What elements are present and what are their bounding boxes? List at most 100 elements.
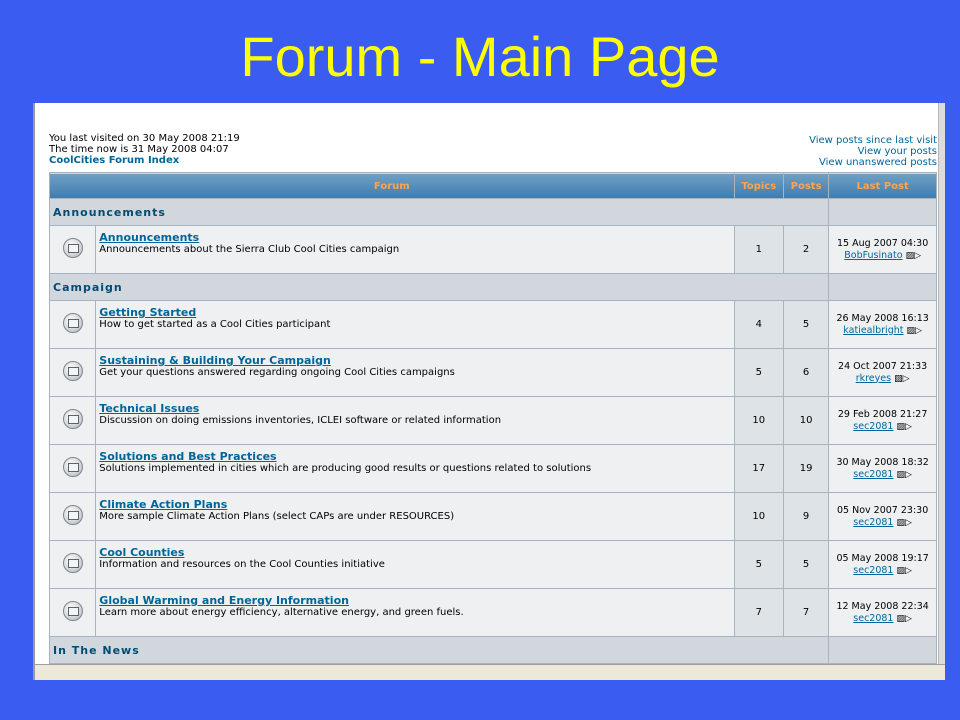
forum-description: How to get started as a Cool Cities part… xyxy=(99,319,331,330)
forum-row: Cool Counties Information and resources o… xyxy=(50,541,936,588)
forum-info-cell: Announcements Announcements about the Sie… xyxy=(96,226,734,273)
forum-info-cell: Technical Issues Discussion on doing emis… xyxy=(96,397,734,444)
last-post-cell: 12 May 2008 22:34 sec2081 ▨▷ xyxy=(829,589,936,636)
folder-icon xyxy=(62,409,83,429)
last-visited-text: You last visited on 30 May 2008 21:19 xyxy=(49,133,240,144)
forum-row: Global Warming and Energy Information Lea… xyxy=(50,589,936,636)
forum-title-link[interactable]: Sustaining & Building Your Campaign xyxy=(99,355,732,367)
last-post-date: 26 May 2008 16:13 xyxy=(836,312,929,324)
table-header-row: Forum Topics Posts Last Post xyxy=(50,173,936,198)
forum-title-link[interactable]: Getting Started xyxy=(99,307,732,319)
last-post-date: 24 Oct 2007 21:33 xyxy=(838,360,928,372)
time-now-text: The time now is 31 May 2008 04:07 xyxy=(49,144,229,155)
topics-count: 10 xyxy=(734,493,783,540)
forum-icon-cell xyxy=(50,541,96,588)
category-row-end xyxy=(829,274,936,300)
forum-row: Technical Issues Discussion on doing emis… xyxy=(50,397,936,444)
view-posts-since-last-visit-link[interactable]: View posts since last visit xyxy=(809,135,937,146)
view-your-posts-link[interactable]: View your posts xyxy=(809,146,937,157)
posts-count: 2 xyxy=(783,226,829,273)
forum-screenshot: You last visited on 30 May 2008 21:19 Th… xyxy=(33,103,945,680)
last-post-user-link[interactable]: rkreyes xyxy=(856,373,891,384)
last-post-cell: 30 May 2008 18:32 sec2081 ▨▷ xyxy=(829,445,936,492)
goto-last-post-icon[interactable]: ▨▷ xyxy=(897,566,912,576)
last-post-cell: 05 Nov 2007 23:30 sec2081 ▨▷ xyxy=(829,493,936,540)
forum-info-cell: Cool Counties Information and resources o… xyxy=(96,541,734,588)
forum-info-cell: Solutions and Best Practices Solutions im… xyxy=(96,445,734,492)
forum-title-link[interactable]: Announcements xyxy=(99,232,732,244)
topics-count: 7 xyxy=(734,589,783,636)
category-title[interactable]: In The News xyxy=(50,637,829,663)
last-post-date: 05 Nov 2007 23:30 xyxy=(837,504,929,516)
last-post-cell: 29 Feb 2008 21:27 sec2081 ▨▷ xyxy=(829,397,936,444)
forum-row: Getting Started How to get started as a C… xyxy=(50,301,936,348)
last-post-cell: 15 Aug 2007 04:30 BobFusinato ▨▷ xyxy=(829,226,936,273)
category-title[interactable]: Announcements xyxy=(50,199,829,225)
category-title[interactable]: Campaign xyxy=(50,274,829,300)
vertical-scrollbar[interactable] xyxy=(938,103,945,664)
forum-description: More sample Climate Action Plans (select… xyxy=(99,511,455,522)
last-post-date: 12 May 2008 22:34 xyxy=(836,600,929,612)
last-post-cell: 24 Oct 2007 21:33 rkreyes ▨▷ xyxy=(829,349,936,396)
last-post-date: 05 May 2008 19:17 xyxy=(836,552,929,564)
forum-row: Climate Action Plans More sample Climate … xyxy=(50,493,936,540)
last-post-user-link[interactable]: BobFusinato xyxy=(844,250,902,261)
forum-title-link[interactable]: Technical Issues xyxy=(99,403,732,415)
posts-count: 7 xyxy=(783,589,829,636)
folder-icon xyxy=(62,505,83,525)
posts-column-header: Posts xyxy=(783,173,829,198)
category-row: In The News xyxy=(50,637,936,663)
folder-icon xyxy=(62,553,83,573)
forum-title-link[interactable]: Solutions and Best Practices xyxy=(99,451,732,463)
forum-icon-cell xyxy=(50,226,96,273)
goto-last-post-icon[interactable]: ▨▷ xyxy=(897,518,912,528)
forum-icon-cell xyxy=(50,493,96,540)
forum-icon-cell xyxy=(50,397,96,444)
posts-count: 10 xyxy=(783,397,829,444)
last-post-user-link[interactable]: sec2081 xyxy=(853,517,893,528)
goto-last-post-icon[interactable]: ▨▷ xyxy=(906,251,921,261)
forum-icon-cell xyxy=(50,589,96,636)
last-post-user-link[interactable]: sec2081 xyxy=(853,613,893,624)
folder-icon xyxy=(62,313,83,333)
posts-count: 19 xyxy=(783,445,829,492)
forum-description: Discussion on doing emissions inventorie… xyxy=(99,415,502,426)
forum-description: Learn more about energy efficiency, alte… xyxy=(99,607,464,618)
last-post-user-link[interactable]: sec2081 xyxy=(853,565,893,576)
topics-count: 5 xyxy=(734,541,783,588)
topics-column-header: Topics xyxy=(734,173,783,198)
forum-title-link[interactable]: Global Warming and Energy Information xyxy=(99,595,732,607)
topics-count: 1 xyxy=(734,226,783,273)
forum-table: Forum Topics Posts Last Post Announcemen… xyxy=(49,172,937,680)
forum-index-link[interactable]: CoolCities Forum Index xyxy=(49,155,179,166)
forum-info-cell: Climate Action Plans More sample Climate … xyxy=(96,493,734,540)
category-row: Campaign xyxy=(50,274,936,300)
goto-last-post-icon[interactable]: ▨▷ xyxy=(897,422,912,432)
slide-title: Forum - Main Page xyxy=(240,25,720,88)
last-post-column-header: Last Post xyxy=(829,173,936,198)
visit-info: You last visited on 30 May 2008 21:19 Th… xyxy=(49,133,240,166)
forum-description: Announcements about the Sierra Club Cool… xyxy=(99,244,400,255)
last-post-user-link[interactable]: katiealbright xyxy=(843,325,903,336)
forum-description: Solutions implemented in cities which ar… xyxy=(99,463,592,474)
folder-icon xyxy=(62,361,83,381)
last-post-date: 30 May 2008 18:32 xyxy=(836,456,929,468)
forum-row: Sustaining & Building Your Campaign Get y… xyxy=(50,349,936,396)
forum-row: Solutions and Best Practices Solutions im… xyxy=(50,445,936,492)
goto-last-post-icon[interactable]: ▨▷ xyxy=(897,470,912,480)
last-post-user-link[interactable]: sec2081 xyxy=(853,469,893,480)
forum-row: Announcements Announcements about the Sie… xyxy=(50,226,936,273)
forum-info-cell: Getting Started How to get started as a C… xyxy=(96,301,734,348)
goto-last-post-icon[interactable]: ▨▷ xyxy=(897,614,912,624)
category-row-end xyxy=(829,199,936,225)
goto-last-post-icon[interactable]: ▨▷ xyxy=(894,374,909,384)
last-post-user-link[interactable]: sec2081 xyxy=(853,421,893,432)
forum-title-link[interactable]: Climate Action Plans xyxy=(99,499,732,511)
forum-icon-cell xyxy=(50,349,96,396)
last-post-date: 15 Aug 2007 04:30 xyxy=(836,237,929,249)
window-status-bar xyxy=(35,664,945,680)
view-unanswered-posts-link[interactable]: View unanswered posts xyxy=(809,157,937,168)
folder-icon xyxy=(62,238,83,258)
forum-title-link[interactable]: Cool Counties xyxy=(99,547,732,559)
goto-last-post-icon[interactable]: ▨▷ xyxy=(907,326,922,336)
